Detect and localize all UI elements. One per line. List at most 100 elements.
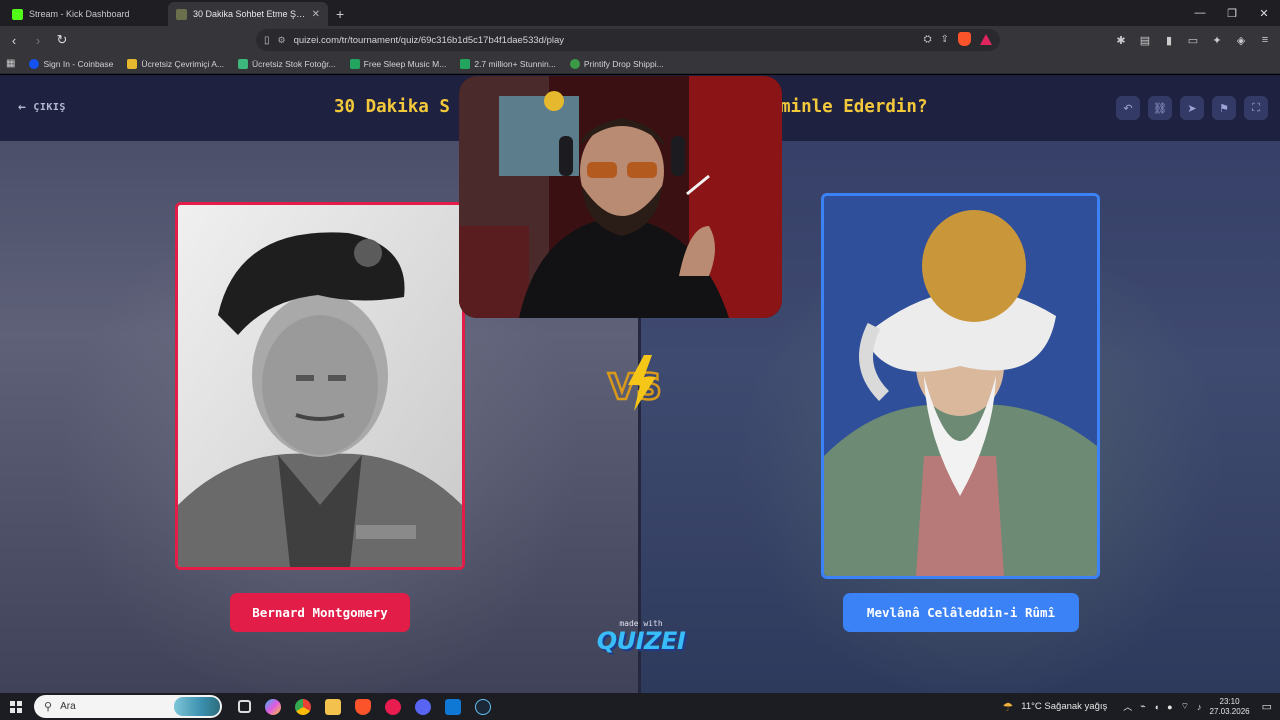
windows-taskbar: ⚲ Ara ☂ 11°C Sağanak yağış ︿ ⌁ ◖ ● ⌔ ♪ 2 — [0, 693, 1280, 720]
speaker-icon[interactable]: ♪ — [1197, 702, 1202, 712]
task-view-icon[interactable] — [238, 700, 251, 713]
printify-icon — [569, 58, 580, 69]
extension-toolbar: ✱ ▤ ▮ ▭ ✦ ◈ ≡ — [1114, 33, 1272, 47]
browser-tabbar: Stream - Kick Dashboard 30 Dakika Sohbet… — [0, 0, 1280, 26]
microphone-icon[interactable]: ● — [1167, 702, 1172, 712]
wifi-icon[interactable]: ⌔ — [1181, 701, 1189, 712]
bookmark-label: Ücretsiz Çevrimiçi A... — [141, 58, 225, 69]
choose-right-button[interactable]: Mevlânâ Celâleddin-i Rûmî — [843, 593, 1079, 632]
media-player-icon[interactable] — [385, 698, 401, 715]
sidebar-icon[interactable]: ▮ — [1162, 33, 1176, 47]
search-highlight-image — [174, 697, 220, 716]
bookmark-printify[interactable]: Printify Drop Shippi... — [569, 58, 664, 69]
bookmark-stok-fotograf[interactable]: Ücretsiz Stok Fotoğr... — [238, 58, 336, 69]
rumi-portrait — [824, 196, 1097, 576]
discord-icon[interactable] — [415, 698, 431, 715]
brave-rewards-icon[interactable] — [980, 33, 992, 45]
brave-shields-icon[interactable] — [958, 32, 971, 46]
site-icon — [460, 58, 471, 69]
taskbar-search[interactable]: ⚲ Ara — [34, 695, 222, 718]
bookmark-icon[interactable]: ▯ — [264, 35, 270, 46]
bookmark-ucretsiz-cevrimici[interactable]: Ücretsiz Çevrimiçi A... — [127, 58, 225, 69]
reload-icon[interactable]: ↻ — [52, 30, 72, 50]
chevron-up-icon[interactable]: ︿ — [1123, 700, 1132, 713]
kick-icon — [12, 8, 23, 20]
window-controls: — ❐ ✕ — [1184, 0, 1280, 26]
file-explorer-icon[interactable] — [325, 698, 341, 715]
screen: Stream - Kick Dashboard 30 Dakika Sohbet… — [0, 0, 1280, 720]
outlook-icon[interactable] — [445, 698, 461, 715]
bookmark-coinbase[interactable]: Sign In - Coinbase — [29, 58, 113, 69]
apps-grid-icon[interactable]: ▦ — [6, 58, 15, 69]
address-bar[interactable]: ▯ ⚙ quizei.com/tr/tournament/quiz/69c316… — [256, 29, 1000, 51]
streamer-webcam-image — [459, 76, 782, 318]
tab-title: 30 Dakika Sohbet Etme Şansın Olsa — [193, 9, 306, 19]
exit-button[interactable]: ← ÇIKIŞ — [18, 100, 66, 115]
coinbase-icon — [29, 58, 40, 69]
quizei-logo: QUIZEI — [596, 627, 686, 655]
site-info-icon[interactable]: ⚙ — [278, 35, 286, 46]
bookmark-sleep-music[interactable]: Free Sleep Music M... — [349, 58, 447, 69]
choice-card-left[interactable] — [175, 202, 465, 570]
quiz-favicon-icon — [176, 8, 187, 20]
webcam-overlay — [459, 76, 782, 318]
volume-icon[interactable]: ◖ — [1154, 702, 1159, 712]
notification-icon[interactable]: ▭ — [1262, 700, 1272, 713]
wallet-icon[interactable]: ▭ — [1186, 33, 1200, 47]
fullscreen-icon[interactable]: ⛶ — [1244, 96, 1268, 120]
menu-icon[interactable]: ≡ — [1258, 33, 1272, 47]
link-icon[interactable]: ⛓ — [1148, 96, 1172, 120]
header-actions: ↶ ⛓ ➤ ⚑ ⛶ — [1116, 96, 1268, 120]
montgomery-portrait — [178, 205, 462, 567]
reader-icon[interactable]: ▤ — [1138, 33, 1152, 47]
close-tab-icon[interactable]: ✕ — [312, 9, 320, 20]
back-icon[interactable]: ‹ — [4, 30, 24, 50]
leo-ai-icon[interactable]: ✦ — [1210, 33, 1224, 47]
minimize-icon[interactable]: — — [1184, 0, 1216, 26]
windows-start-icon[interactable] — [10, 700, 22, 713]
choice-card-right[interactable] — [821, 193, 1100, 579]
restore-icon[interactable]: ❐ — [1216, 0, 1248, 26]
send-icon[interactable]: ➤ — [1180, 96, 1204, 120]
chrome-icon[interactable] — [295, 698, 311, 715]
versus-icon: VS — [607, 355, 663, 411]
network-icon[interactable]: ⌁ — [1140, 701, 1145, 712]
taskbar-clock[interactable]: 23:10 27.03.2026 — [1210, 697, 1250, 717]
bookmark-label: Ücretsiz Stok Fotoğr... — [252, 58, 336, 69]
translate-icon[interactable]: ⛭ — [924, 34, 932, 45]
weather-text[interactable]: 11°C Sağanak yağış — [1021, 701, 1107, 712]
taskbar-apps — [238, 698, 491, 715]
weather-icon[interactable]: ☂ — [1002, 700, 1013, 714]
close-window-icon[interactable]: ✕ — [1248, 0, 1280, 26]
steam-icon[interactable] — [475, 698, 491, 715]
url-text: quizei.com/tr/tournament/quiz/69c316b1d5… — [293, 34, 565, 46]
clock-date: 27.03.2026 — [1209, 706, 1250, 716]
bookmark-label: Free Sleep Music M... — [363, 58, 447, 69]
extensions-icon[interactable]: ✱ — [1114, 33, 1128, 47]
made-with-badge[interactable]: made with QUIZEI — [596, 619, 686, 654]
copilot-icon[interactable] — [265, 698, 281, 715]
title-part-1: 30 Dakika S — [334, 97, 450, 117]
flag-icon[interactable]: ⚑ — [1212, 96, 1236, 120]
arrow-left-icon: ← — [18, 100, 27, 115]
tab-title: Stream - Kick Dashboard — [29, 9, 130, 19]
title-part-2: minle Ederdin? — [780, 97, 928, 117]
bookmarks-bar: ▦ Sign In - Coinbase Ücretsiz Çevrimiçi … — [0, 54, 1280, 74]
site-icon — [349, 58, 360, 69]
bookmark-stunning[interactable]: 2.7 million+ Stunnin... — [460, 58, 556, 69]
site-icon — [127, 58, 138, 69]
clock-time: 23:10 — [1219, 696, 1240, 706]
undo-icon[interactable]: ↶ — [1116, 96, 1140, 120]
vpn-icon[interactable]: ◈ — [1234, 33, 1248, 47]
search-placeholder: Ara — [60, 701, 76, 712]
new-tab-icon[interactable]: + — [336, 6, 344, 22]
tab-quiz[interactable]: 30 Dakika Sohbet Etme Şansın Olsa ✕ — [168, 2, 328, 26]
bookmark-label: 2.7 million+ Stunnin... — [474, 58, 556, 69]
share-icon[interactable]: ⇪ — [941, 34, 949, 45]
brave-icon[interactable] — [355, 698, 371, 715]
tab-kick-dashboard[interactable]: Stream - Kick Dashboard — [4, 2, 164, 26]
browser-toolbar: ‹ › ↻ ▯ ⚙ quizei.com/tr/tournament/quiz/… — [0, 26, 1280, 54]
bookmark-label: Printify Drop Shippi... — [583, 58, 664, 69]
choose-left-button[interactable]: Bernard Montgomery — [230, 593, 410, 632]
forward-icon[interactable]: › — [28, 30, 48, 50]
